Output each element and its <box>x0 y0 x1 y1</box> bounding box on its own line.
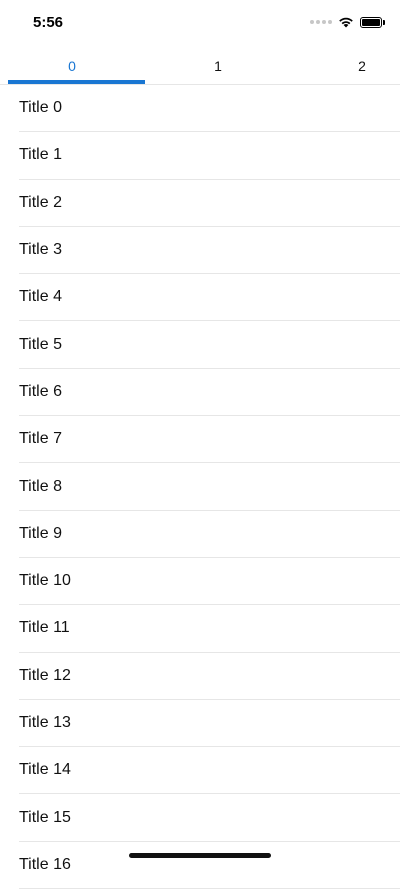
list-item-title: Title 1 <box>19 146 62 164</box>
list-item[interactable]: Title 1 <box>19 132 400 180</box>
list-item[interactable]: Title 16 <box>19 842 400 889</box>
list-item-title: Title 0 <box>19 99 62 117</box>
list-item-title: Title 12 <box>19 666 71 684</box>
list-item-title: Title 14 <box>19 761 71 779</box>
list-item[interactable]: Title 0 <box>19 85 400 133</box>
list-item-title: Title 6 <box>19 382 62 400</box>
list-item-title: Title 13 <box>19 714 71 731</box>
status-time: 5:56 <box>33 14 64 31</box>
list-item-title: Title 2 <box>19 193 62 211</box>
tab-0[interactable]: 0 <box>62 58 82 74</box>
list-item-title: Title 7 <box>19 430 62 448</box>
list-item[interactable]: Title 15 <box>19 794 400 842</box>
list-item-title: Title 3 <box>19 241 62 259</box>
list-item[interactable]: Title 9 <box>19 511 400 558</box>
home-indicator <box>129 853 271 858</box>
battery-icon <box>360 16 385 28</box>
list-item[interactable]: Title 12 <box>19 653 400 700</box>
list-item-title: Title 16 <box>19 855 71 873</box>
list-item-title: Title 15 <box>19 808 71 826</box>
wifi-icon <box>339 17 353 28</box>
status-bar: 5:56 <box>0 0 400 48</box>
tab-1[interactable]: 1 <box>208 58 228 74</box>
list-item[interactable]: Title 4 <box>19 274 400 322</box>
list-item[interactable]: Title 8 <box>19 463 400 511</box>
status-icons <box>310 16 385 28</box>
list-item-title: Title 8 <box>19 477 62 495</box>
list-item-title: Title 11 <box>19 619 70 637</box>
list-item[interactable]: Title 6 <box>19 369 400 417</box>
list-item-title: Title 4 <box>19 288 62 306</box>
title-list[interactable]: Title 0 Title 1 Title 2 Title 3 Title 4 Title… <box>0 85 400 889</box>
list-item[interactable]: Title 7 <box>19 416 400 464</box>
tab-2[interactable]: 2 <box>352 58 372 74</box>
active-tab-indicator <box>8 80 145 84</box>
list-item-title: Title 10 <box>19 572 71 590</box>
list-item[interactable]: Title 10 <box>19 558 400 606</box>
list-item[interactable]: Title 11 <box>19 605 400 653</box>
list-item[interactable]: Title 5 <box>19 321 400 369</box>
list-item-title: Title 5 <box>19 335 62 353</box>
list-item[interactable]: Title 2 <box>19 180 400 227</box>
list-item[interactable]: Title 13 <box>19 700 400 748</box>
list-item[interactable]: Title 3 <box>19 227 400 275</box>
list-item[interactable]: Title 14 <box>19 747 400 795</box>
cellular-signal-icon <box>310 20 332 24</box>
list-item-title: Title 9 <box>19 524 62 542</box>
